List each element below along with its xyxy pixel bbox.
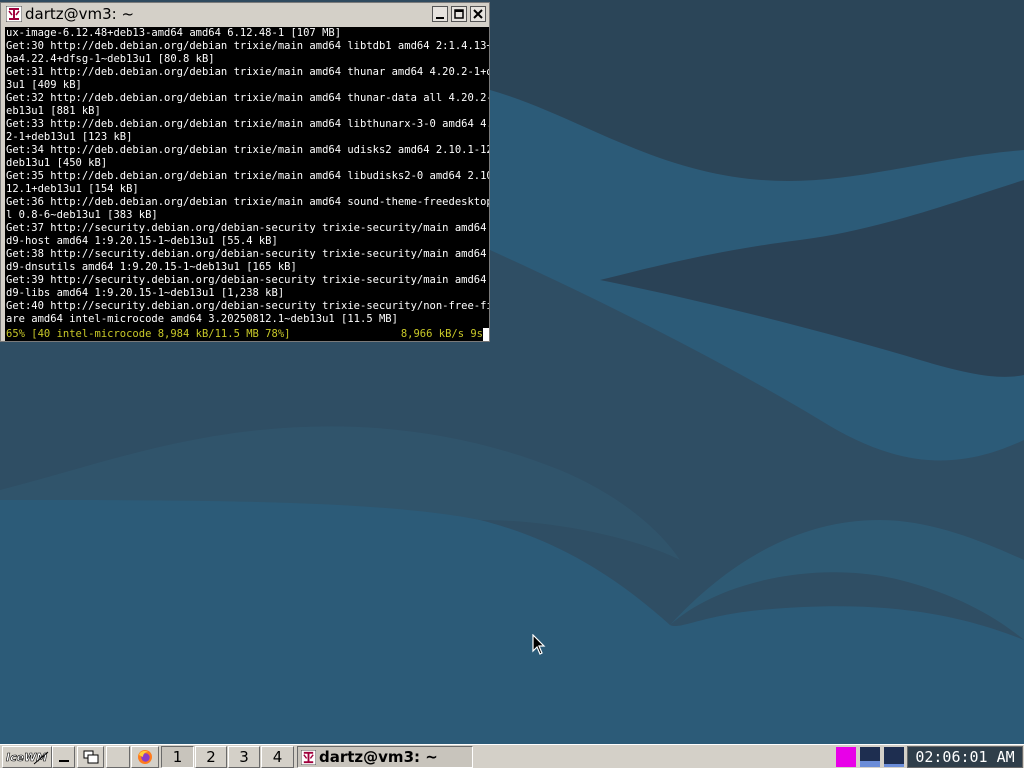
maximize-icon <box>454 9 464 19</box>
show-desktop-button[interactable] <box>106 746 130 768</box>
terminal-app-icon <box>301 749 316 765</box>
workspace-label: 2 <box>206 748 216 766</box>
apt-progress-line: 65% [40 intel-microcode 8,984 kB/11.5 MB… <box>6 328 489 341</box>
terminal-line: ba4.22.4+dfsg-1~deb13u1 [80.8 kB] <box>6 53 215 65</box>
terminal-line: are amd64 intel-microcode amd64 3.202508… <box>6 313 398 325</box>
minimize-all-button[interactable] <box>52 746 75 768</box>
mouse-pointer-icon <box>532 634 546 655</box>
terminal-line: deb13u1 [450 kB] <box>6 157 108 169</box>
terminal-line: Get:39 http://security.debian.org/debian… <box>6 274 489 286</box>
minimize-windows-icon <box>58 760 69 762</box>
terminal-line: Get:36 http://deb.debian.org/debian trix… <box>6 196 489 208</box>
workspace-1-button[interactable]: 1 <box>161 746 194 768</box>
terminal-line: Get:38 http://security.debian.org/debian… <box>6 248 489 260</box>
workspace-3-button[interactable]: 3 <box>228 746 260 768</box>
terminal-line: ux-image-6.12.48+deb13-amd64 amd64 6.12.… <box>6 27 342 39</box>
download-rate-text: 8,966 kB/s 9s <box>400 328 483 340</box>
terminal-output[interactable]: ux-image-6.12.48+deb13-amd64 amd64 6.12.… <box>5 27 489 341</box>
task-button-terminal[interactable]: dartz@vm3: ~ <box>297 746 473 768</box>
icewm-logo-icon: IceWM <box>6 751 49 765</box>
maximize-button[interactable] <box>451 6 467 22</box>
minimize-button[interactable] <box>432 6 448 22</box>
taskbar: IceWM 1 2 3 4 dartz@vm3: ~ 02:06:01 AM <box>0 744 1024 768</box>
firefox-launcher[interactable] <box>131 746 159 768</box>
terminal-line: d9-libs amd64 1:9.20.15-1~deb13u1 [1,238… <box>6 287 285 299</box>
terminal-line: Get:30 http://deb.debian.org/debian trix… <box>6 40 489 52</box>
tray-color-monitor[interactable] <box>836 747 856 767</box>
terminal-line: Get:37 http://security.debian.org/debian… <box>6 222 489 234</box>
text-cursor <box>483 328 489 341</box>
workspace-label: 4 <box>272 748 283 766</box>
terminal-line: 3u1 [409 kB] <box>6 79 82 91</box>
terminal-line: Get:40 http://security.debian.org/debian… <box>6 300 489 312</box>
terminal-line: Get:32 http://deb.debian.org/debian trix… <box>6 92 489 104</box>
terminal-line: d9-dnsutils amd64 1:9.20.15-1~deb13u1 [1… <box>6 261 297 273</box>
terminal-line: Get:31 http://deb.debian.org/debian trix… <box>6 66 489 78</box>
terminal-line: Get:35 http://deb.debian.org/debian trix… <box>6 170 489 182</box>
tray-cpu-monitor[interactable] <box>860 747 880 767</box>
start-menu-button[interactable]: IceWM <box>2 746 52 768</box>
workspace-label: 1 <box>172 748 183 766</box>
terminal-line: Get:34 http://deb.debian.org/debian trix… <box>6 144 489 156</box>
terminal-line: l 0.8-6~deb13u1 [383 kB] <box>6 209 158 221</box>
workspace-2-button[interactable]: 2 <box>195 746 227 768</box>
terminal-line: 12.1+deb13u1 [154 kB] <box>6 183 139 195</box>
terminal-lines: ux-image-6.12.48+deb13-amd64 amd64 6.12.… <box>5 27 489 326</box>
progress-text: 65% [40 intel-microcode 8,984 kB/11.5 MB… <box>6 328 291 340</box>
window-list-button[interactable] <box>77 746 104 768</box>
terminal-line: 2-1+deb13u1 [123 kB] <box>6 131 133 143</box>
terminal-app-icon <box>6 6 22 22</box>
firefox-icon <box>138 750 152 764</box>
close-icon <box>473 9 483 19</box>
clock[interactable]: 02:06:01 AM <box>907 746 1023 768</box>
minimize-icon <box>436 17 444 19</box>
window-title: dartz@vm3: ~ <box>25 5 135 23</box>
terminal-line: eb13u1 [881 kB] <box>6 105 101 117</box>
terminal-line: d9-host amd64 1:9.20.15-1~deb13u1 [55.4 … <box>6 235 278 247</box>
close-button[interactable] <box>470 6 486 22</box>
workspace-label: 3 <box>239 748 249 766</box>
terminal-titlebar[interactable]: dartz@vm3: ~ <box>2 4 488 24</box>
window-list-icon <box>83 750 98 764</box>
tray-net-monitor[interactable] <box>884 747 904 767</box>
task-label: dartz@vm3: ~ <box>319 748 438 766</box>
terminal-line: Get:33 http://deb.debian.org/debian trix… <box>6 118 489 130</box>
terminal-window[interactable]: dartz@vm3: ~ ux-image-6.12.48+deb13-amd6… <box>0 2 490 342</box>
workspace-4-button[interactable]: 4 <box>261 746 294 768</box>
